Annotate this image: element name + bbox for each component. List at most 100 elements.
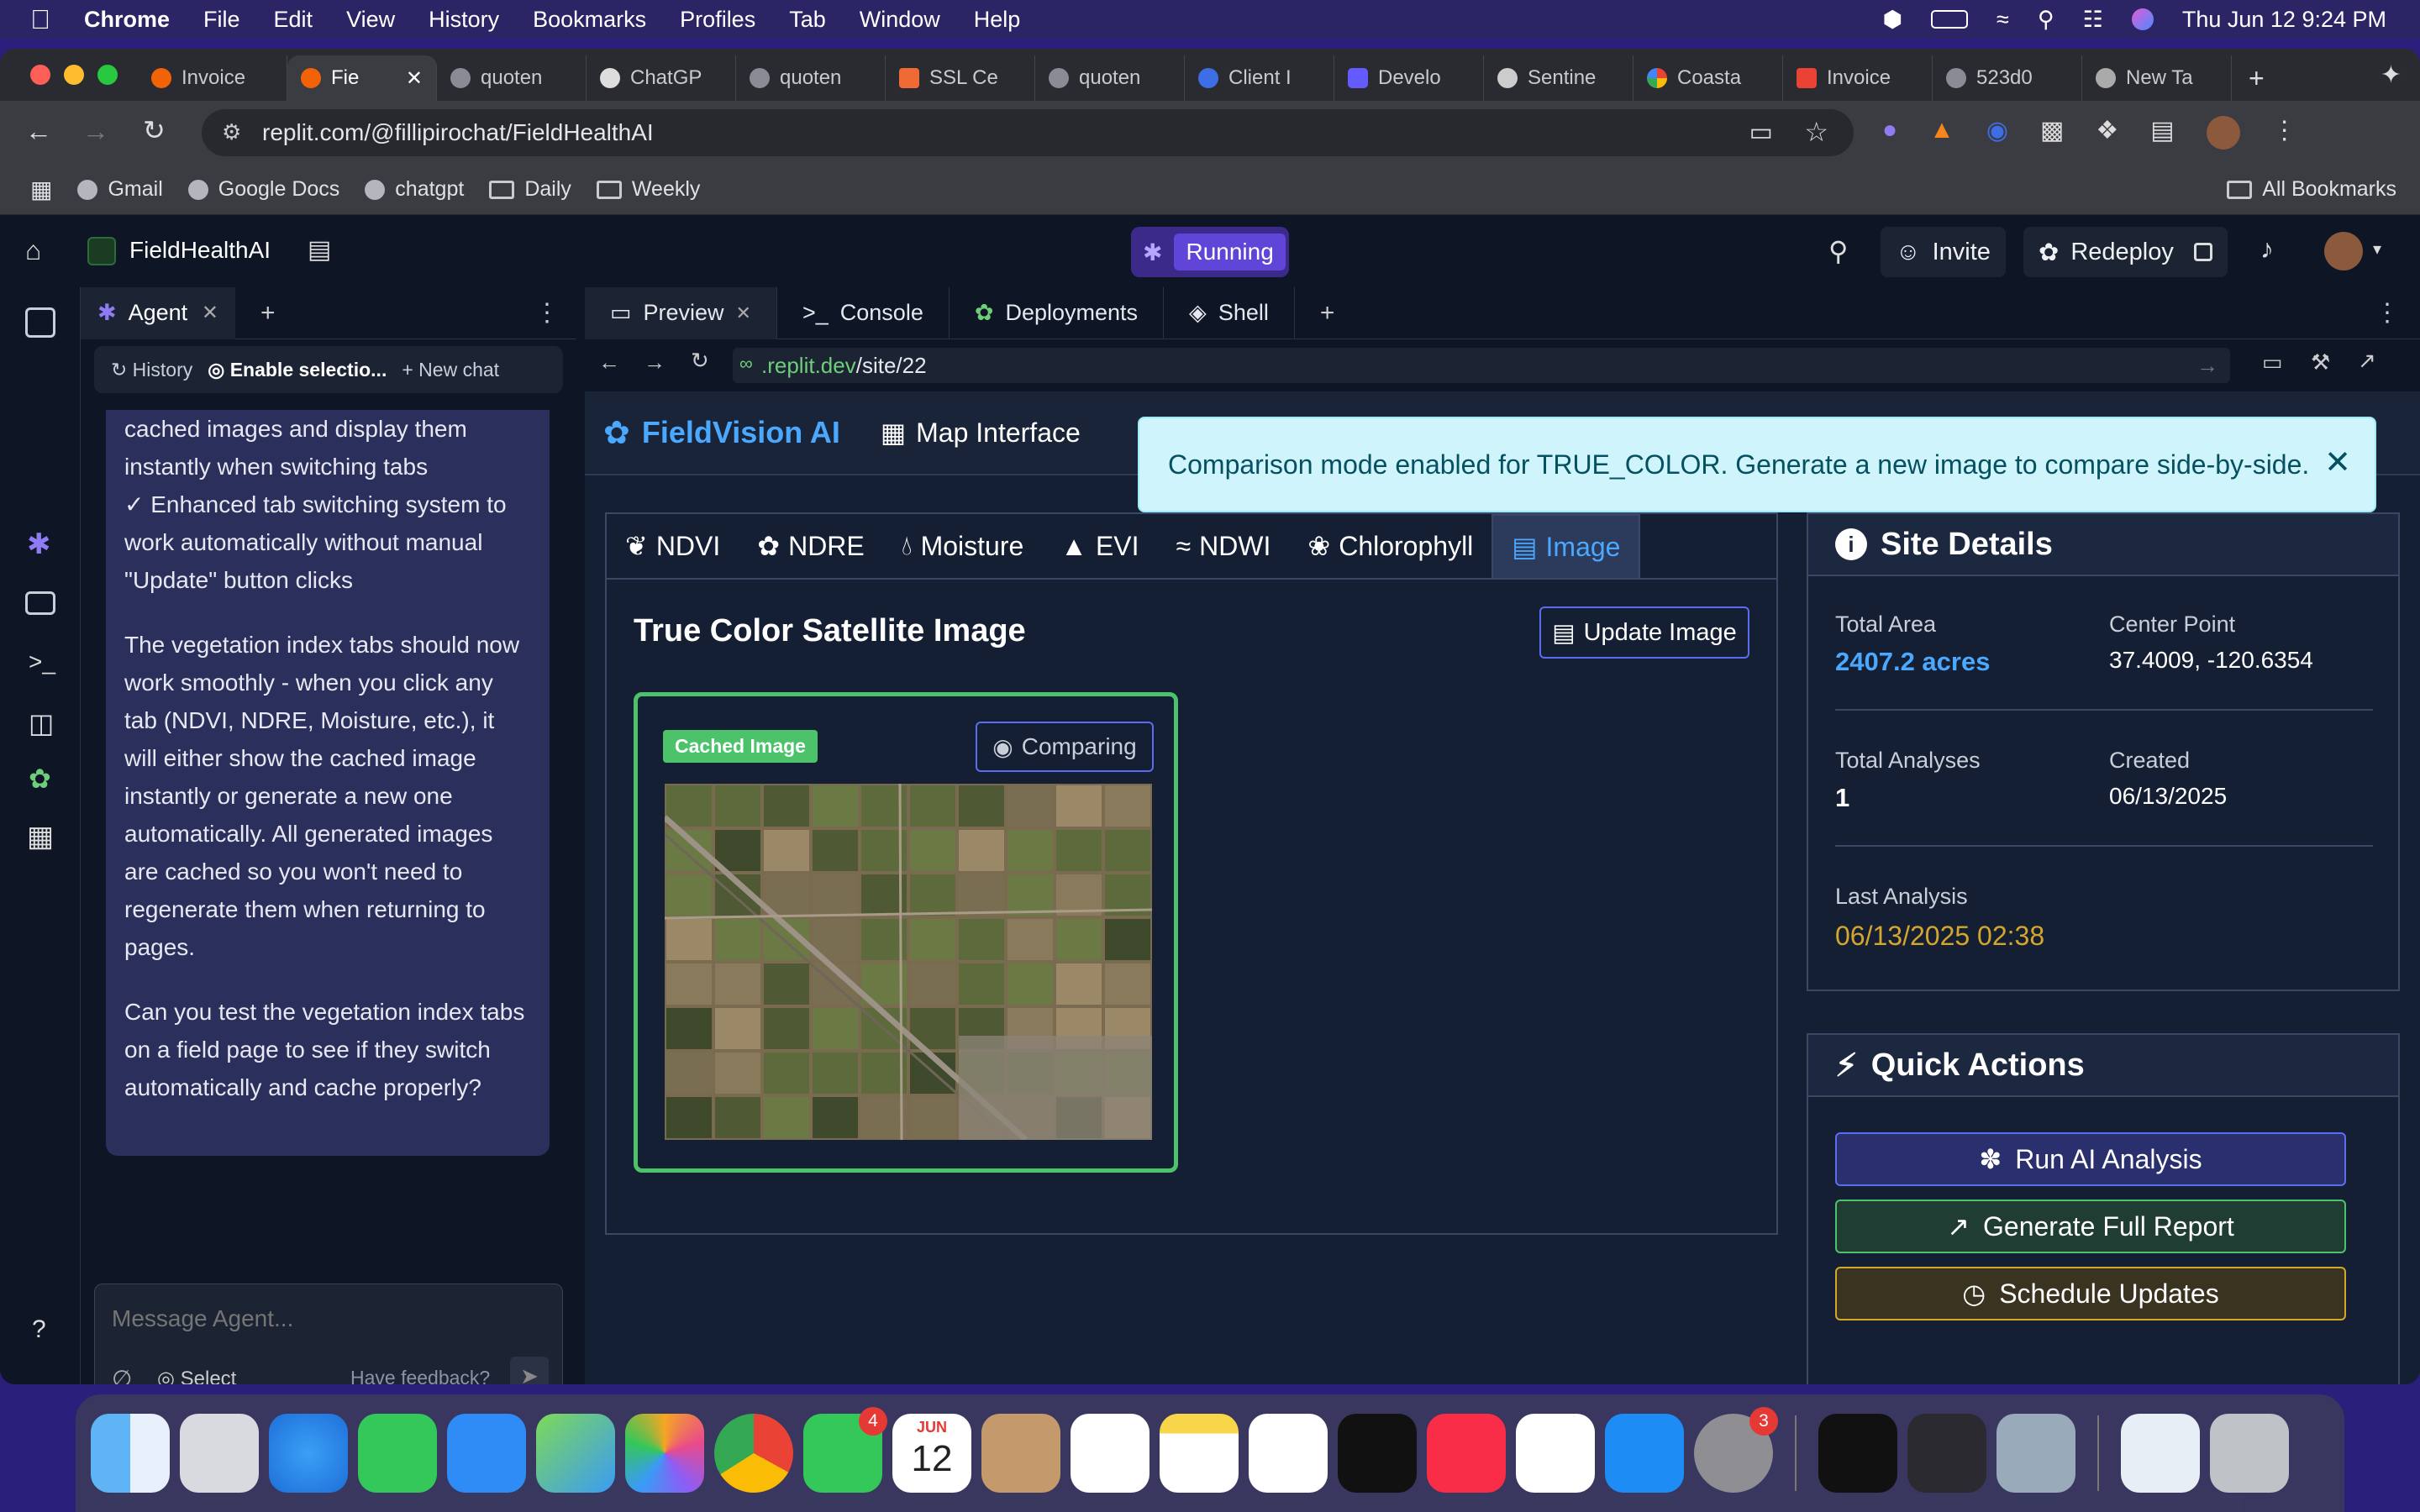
reading-list-icon[interactable]: ▤ (2150, 116, 2174, 150)
database-tool-icon[interactable]: ◫ (29, 707, 54, 739)
preview-icon[interactable] (1996, 1414, 2075, 1493)
invite-button[interactable]: ☺ Invite (1881, 227, 2006, 277)
nav-map-interface[interactable]: ▦ Map Interface (881, 417, 1081, 449)
chevron-down-icon[interactable]: ▾ (2373, 239, 2381, 260)
unity-hub-icon[interactable] (1907, 1414, 1986, 1493)
comparing-button[interactable]: ◉ Comparing (976, 722, 1154, 772)
browser-tab[interactable]: New Ta (2082, 55, 2232, 101)
message-agent-input[interactable] (112, 1298, 540, 1340)
update-image-button[interactable]: ▤ Update Image (1539, 606, 1749, 659)
calendar-icon[interactable]: JUN 12 (892, 1414, 971, 1493)
preview-address-input[interactable]: ∞ .replit.dev/site/22 → (733, 348, 2230, 383)
chrome-icon[interactable] (714, 1414, 793, 1493)
menu-edit[interactable]: Edit (274, 7, 313, 33)
send-button[interactable]: ➤ (510, 1357, 549, 1384)
tab-ndwi[interactable]: ≈ NDWI (1158, 514, 1290, 578)
reload-icon[interactable]: ↻ (691, 348, 709, 374)
browser-tab[interactable]: 523d0 (1933, 55, 2082, 101)
menu-app-name[interactable]: Chrome (84, 7, 170, 33)
chrome-menu-icon[interactable]: ⋮ (2272, 116, 2297, 150)
browser-tab[interactable]: Sentine (1484, 55, 1634, 101)
browser-tab[interactable]: Invoice (138, 55, 287, 101)
install-app-icon[interactable]: ▭ (1749, 118, 1773, 147)
menu-view[interactable]: View (346, 7, 395, 33)
unity-icon[interactable] (1818, 1414, 1897, 1493)
schedule-updates-button[interactable]: ◷ Schedule Updates (1835, 1267, 2346, 1320)
search-icon[interactable]: ⚲ (1828, 235, 1848, 267)
browser-tab-active[interactable]: Fie ✕ (287, 55, 437, 101)
new-chat-button[interactable]: + New chat (402, 359, 499, 381)
more-options-icon[interactable]: ⋮ (534, 298, 560, 328)
open-new-tab-icon[interactable]: ↗ (2358, 348, 2376, 374)
close-tab-icon[interactable]: ✕ (406, 66, 423, 91)
extension-icon[interactable]: ◉ (1986, 116, 2008, 150)
all-bookmarks[interactable]: All Bookmarks (2227, 177, 2396, 202)
browser-tab[interactable]: ChatGP (587, 55, 736, 101)
facetime-icon[interactable]: 4 (803, 1407, 887, 1493)
devtools-wrench-icon[interactable]: ⚒ (2311, 349, 2330, 375)
vpn-icon[interactable]: ⬢ (1882, 7, 1902, 33)
contacts-icon[interactable] (981, 1414, 1060, 1493)
device-icon[interactable]: ▭ (2262, 349, 2283, 375)
notifications-bell-icon[interactable]: ♪ (2260, 234, 2274, 265)
home-icon[interactable]: ⌂ (25, 235, 41, 266)
messages-icon[interactable] (358, 1414, 437, 1493)
reload-icon[interactable]: ↻ (143, 114, 166, 146)
select-button[interactable]: ◎ Select (157, 1367, 236, 1384)
browser-tab[interactable]: quoten (1035, 55, 1185, 101)
tab-ndvi[interactable]: ❦ NDVI (607, 514, 739, 578)
close-tab-icon[interactable]: ✕ (736, 302, 751, 324)
menu-tab[interactable]: Tab (789, 7, 826, 33)
forward-icon[interactable]: → (82, 116, 109, 147)
feedback-link[interactable]: Have feedback? (350, 1367, 490, 1384)
wifi-icon[interactable]: ≈ (1996, 7, 2009, 33)
all-tools-grid-icon[interactable]: ▦ (27, 820, 54, 853)
bookmark-google-docs[interactable]: Google Docs (187, 177, 339, 202)
menu-file[interactable]: File (203, 7, 240, 33)
news-icon[interactable] (1516, 1414, 1595, 1493)
mail-icon[interactable] (447, 1414, 526, 1493)
bookmark-daily[interactable]: Daily (489, 177, 571, 202)
control-center-icon[interactable]: ☷ (2083, 7, 2103, 33)
minimize-window-button[interactable] (64, 65, 84, 85)
deployments-tool-icon[interactable]: ✿ (29, 763, 51, 795)
close-tab-icon[interactable]: ✕ (202, 301, 218, 325)
enable-selection-button[interactable]: ◎ Enable selectio... (208, 359, 387, 381)
bookmark-chatgpt[interactable]: chatgpt (365, 177, 464, 202)
tab-deployments[interactable]: ✿ Deployments (950, 286, 1165, 339)
back-icon[interactable]: ← (598, 349, 620, 375)
zoom-window-button[interactable] (97, 65, 118, 85)
brand-name[interactable]: FieldVision AI (642, 415, 840, 450)
menu-bookmarks[interactable]: Bookmarks (533, 7, 646, 33)
menu-profiles[interactable]: Profiles (680, 7, 755, 33)
reminders-icon[interactable] (1071, 1414, 1150, 1493)
tab-shell[interactable]: ◈ Shell (1164, 286, 1295, 339)
go-arrow-icon[interactable]: → (2196, 353, 2218, 379)
bookmark-star-icon[interactable]: ☆ (1804, 116, 1828, 148)
app-store-icon[interactable] (1605, 1414, 1684, 1493)
run-status-button[interactable]: ✱ Running (1131, 227, 1289, 277)
project-settings-icon[interactable]: ▤ (308, 235, 331, 265)
run-ai-analysis-button[interactable]: ✽ Run AI Analysis (1835, 1132, 2346, 1186)
files-icon[interactable] (2121, 1414, 2200, 1493)
tab-moisture[interactable]: 💧︎ Moisture (883, 514, 1043, 578)
more-options-icon[interactable]: ⋮ (2375, 298, 2400, 328)
preview-tool-icon[interactable] (25, 591, 55, 615)
menu-help[interactable]: Help (974, 7, 1021, 33)
tab-ndre[interactable]: ✿ NDRE (739, 514, 882, 578)
tab-console[interactable]: >_ Console (777, 286, 950, 339)
browser-tab[interactable]: SSL Ce (886, 55, 1035, 101)
site-info-icon[interactable]: ⚙ (222, 119, 241, 145)
new-tab-button[interactable]: + (2232, 55, 2281, 101)
safari-icon[interactable] (269, 1414, 348, 1493)
battery-icon[interactable] (1931, 10, 1969, 29)
browser-tab[interactable]: Develo (1334, 55, 1484, 101)
system-settings-icon[interactable]: 3 (1694, 1407, 1778, 1493)
add-tab-icon[interactable]: + (1320, 299, 1335, 328)
help-icon[interactable]: ? (32, 1315, 46, 1344)
music-icon[interactable] (1427, 1414, 1506, 1493)
menu-window[interactable]: Window (860, 7, 940, 33)
trash-icon[interactable] (2210, 1414, 2289, 1493)
close-window-button[interactable] (30, 65, 50, 85)
freeform-icon[interactable] (1249, 1414, 1328, 1493)
